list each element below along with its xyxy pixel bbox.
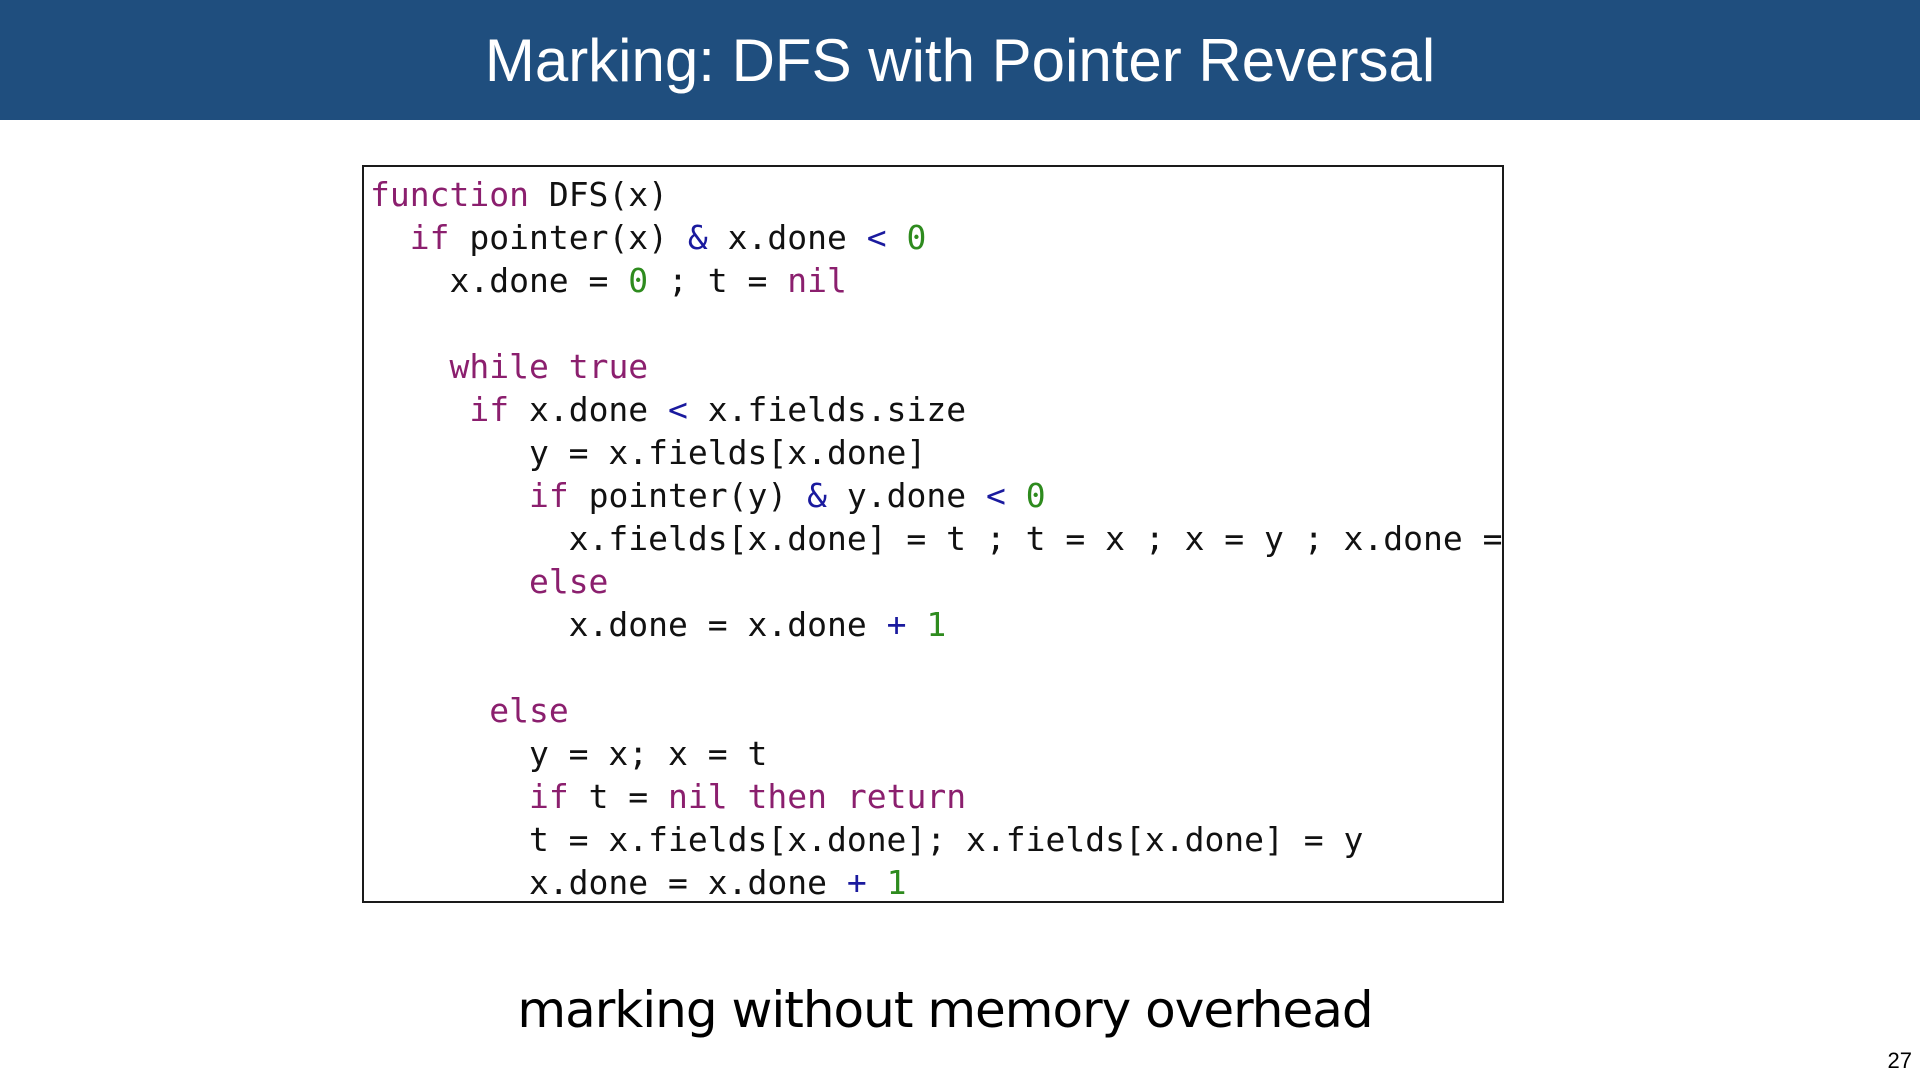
code-line: if t = nil then return	[370, 775, 1502, 818]
code-token-plain: x.done	[707, 218, 867, 257]
code-token-plain: DFS(x)	[528, 175, 669, 214]
code-token-number: 1	[886, 863, 907, 902]
code-token-plain: x.fields[x.done] = t ; t = x ; x = y ; x…	[370, 519, 1504, 558]
code-token-keyword: then	[747, 777, 828, 816]
code-line: if x.done < x.fields.size	[370, 388, 1502, 431]
code-token-plain: t = x.fields[x.done]; x.fields[x.done] =…	[370, 820, 1364, 859]
code-token-keyword: while	[449, 347, 549, 386]
code-token-keyword: if	[528, 777, 569, 816]
code-token-number: 0	[906, 218, 927, 257]
code-token-keyword: if	[409, 218, 450, 257]
code-line: x.done = x.done + 1	[370, 603, 1502, 646]
code-token-op: &	[687, 218, 708, 257]
code-token-keyword: true	[568, 347, 649, 386]
code-token-op: <	[985, 476, 1006, 515]
code-token-plain: pointer(y)	[568, 476, 808, 515]
code-token-plain: y.done	[827, 476, 986, 515]
code-line: y = x; x = t	[370, 732, 1502, 775]
code-token-keyword: return	[846, 777, 967, 816]
code-token-keyword: else	[489, 691, 569, 730]
code-token-number: 0	[1025, 476, 1046, 515]
code-line: y = x.fields[x.done]	[370, 431, 1502, 474]
code-line: x.done = x.done + 1	[370, 861, 1502, 902]
slide-caption: marking without memory overhead	[517, 981, 1373, 1039]
code-token-plain: ; t =	[648, 261, 788, 300]
code-token-plain: x.done =	[370, 261, 629, 300]
slide-title: Marking: DFS with Pointer Reversal	[484, 27, 1436, 94]
code-line: else	[370, 560, 1502, 603]
code-token-keyword: function	[370, 175, 529, 214]
code-token-plain: x.done = x.done	[370, 863, 847, 902]
code-line: else	[370, 689, 1502, 732]
code-token-op: <	[866, 218, 887, 257]
code-line: x.done = 0 ; t = nil	[370, 259, 1502, 302]
code-token-op: +	[886, 605, 907, 644]
code-line: t = x.fields[x.done]; x.fields[x.done] =…	[370, 818, 1502, 861]
title-bar: Marking: DFS with Pointer Reversal	[0, 0, 1920, 120]
code-block: function DFS(x) if pointer(x) & x.done <…	[370, 173, 1504, 902]
code-token-keyword: nil	[787, 261, 847, 300]
code-token-number: 0	[628, 261, 649, 300]
slide: Marking: DFS with Pointer Reversal funct…	[0, 0, 1920, 1080]
code-token-plain: t =	[568, 777, 669, 816]
code-token-plain: x.done	[509, 390, 669, 429]
code-token-op: &	[807, 476, 827, 515]
code-token-plain: y = x.fields[x.done]	[370, 433, 927, 472]
code-token-op: <	[668, 390, 688, 429]
code-token-keyword: if	[469, 390, 510, 429]
code-token-plain: pointer(x)	[449, 218, 688, 257]
code-line: while true	[370, 345, 1502, 388]
code-token-keyword: if	[528, 476, 569, 515]
code-token-plain: x.fields.size	[687, 390, 967, 429]
code-box: function DFS(x) if pointer(x) & x.done <…	[362, 165, 1504, 903]
code-token-plain: x.done = x.done	[370, 605, 887, 644]
page-number: 27	[1887, 1048, 1912, 1073]
code-line: if pointer(y) & y.done < 0	[370, 474, 1502, 517]
code-token-op: +	[846, 863, 867, 902]
code-line: x.fields[x.done] = t ; t = x ; x = y ; x…	[370, 517, 1504, 560]
code-token-plain: y = x; x = t	[370, 734, 768, 773]
code-token-keyword: nil	[668, 777, 728, 816]
code-token-keyword: else	[528, 562, 609, 601]
code-line: if pointer(x) & x.done < 0	[370, 216, 1502, 259]
code-line: function DFS(x)	[370, 173, 1502, 216]
code-token-number: 1	[926, 605, 947, 644]
